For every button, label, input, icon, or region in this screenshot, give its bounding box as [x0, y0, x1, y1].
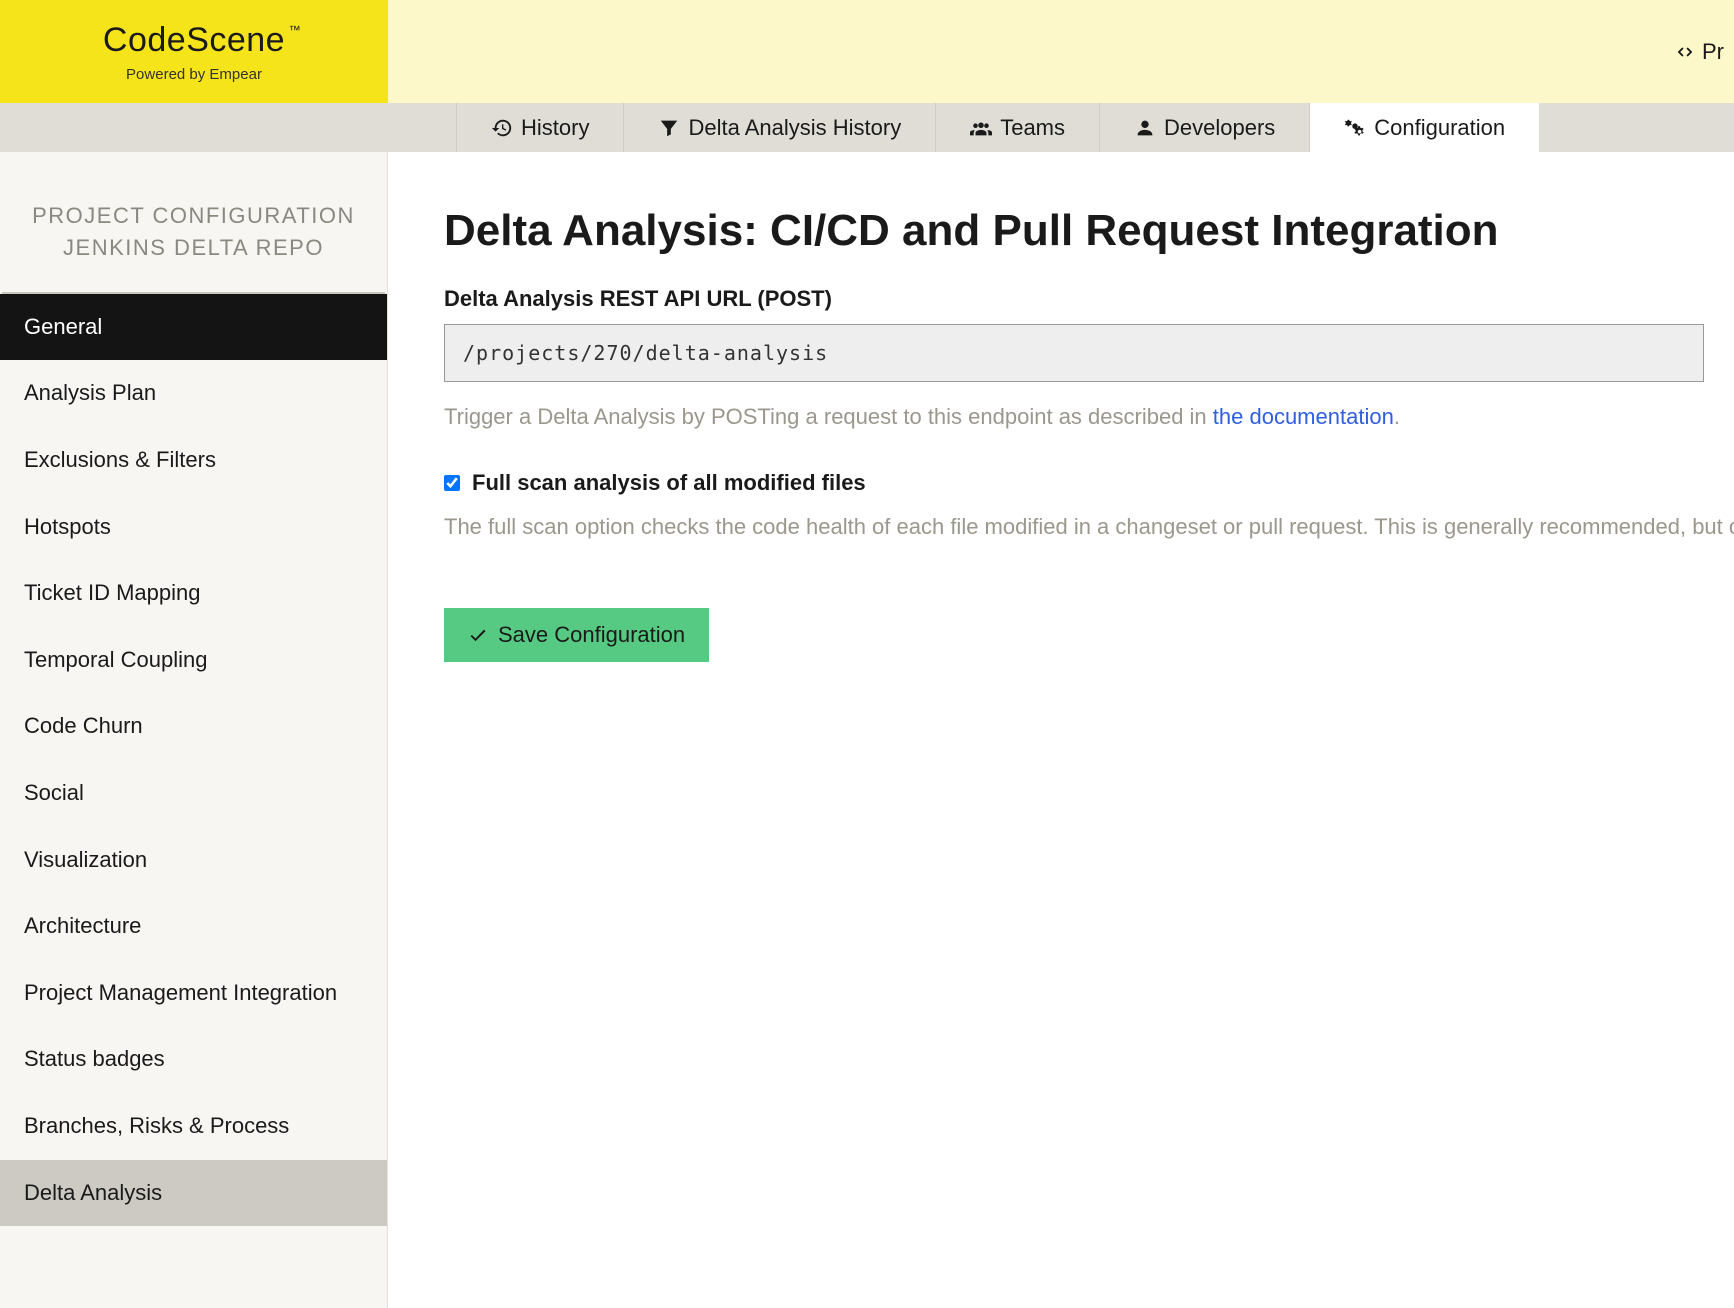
- history-icon: [491, 117, 513, 139]
- topbar-right-item[interactable]: Pr: [1674, 39, 1724, 65]
- page-title: Delta Analysis: CI/CD and Pull Request I…: [444, 206, 1734, 256]
- main: PROJECT CONFIGURATION JENKINS DELTA REPO…: [0, 152, 1734, 1308]
- help-suffix: .: [1394, 404, 1400, 429]
- topbar-right: Pr: [388, 0, 1734, 103]
- full-scan-help-text: The full scan option checks the code hea…: [444, 514, 1734, 540]
- help-prefix: Trigger a Delta Analysis by POSTing a re…: [444, 404, 1213, 429]
- tab-label: History: [521, 115, 589, 141]
- tab-configuration[interactable]: Configuration: [1309, 103, 1539, 152]
- tab-label: Delta Analysis History: [688, 115, 901, 141]
- sidebar-item-general[interactable]: General: [0, 294, 387, 361]
- sidebar-item-ticket-id-mapping[interactable]: Ticket ID Mapping: [0, 560, 387, 627]
- sidebar-item-exclusions-filters[interactable]: Exclusions & Filters: [0, 427, 387, 494]
- tabbar-spacer: [0, 103, 388, 152]
- sidebar-item-analysis-plan[interactable]: Analysis Plan: [0, 360, 387, 427]
- full-scan-checkbox-row: Full scan analysis of all modified files: [444, 470, 1734, 496]
- user-icon: [1134, 117, 1156, 139]
- topbar-right-label: Pr: [1702, 39, 1724, 65]
- topbar: CodeScene™ Powered by Empear Pr: [0, 0, 1734, 103]
- sidebar-item-social[interactable]: Social: [0, 760, 387, 827]
- sidebar-item-status-badges[interactable]: Status badges: [0, 1026, 387, 1093]
- sidebar-item-project-management-integration[interactable]: Project Management Integration: [0, 960, 387, 1027]
- sidebar-item-branches-risks-process[interactable]: Branches, Risks & Process: [0, 1093, 387, 1160]
- sidebar-item-temporal-coupling[interactable]: Temporal Coupling: [0, 627, 387, 694]
- code-icon: [1674, 41, 1696, 63]
- sidebar-item-code-churn[interactable]: Code Churn: [0, 693, 387, 760]
- sidebar-header-line2: JENKINS DELTA REPO: [22, 232, 365, 264]
- tab-label: Configuration: [1374, 115, 1505, 141]
- trademark-symbol: ™: [289, 23, 302, 37]
- tabbar-row: History Delta Analysis History Teams Dev…: [0, 103, 1734, 152]
- teams-icon: [970, 117, 992, 139]
- side-nav: General Analysis Plan Exclusions & Filte…: [0, 294, 387, 1226]
- sidebar-header: PROJECT CONFIGURATION JENKINS DELTA REPO: [2, 152, 385, 294]
- logo-text: CodeScene™: [103, 21, 285, 60]
- api-help-text: Trigger a Delta Analysis by POSTing a re…: [444, 404, 1734, 430]
- tabbar: History Delta Analysis History Teams Dev…: [456, 103, 1734, 152]
- sidebar-item-architecture[interactable]: Architecture: [0, 893, 387, 960]
- full-scan-label: Full scan analysis of all modified files: [472, 470, 866, 496]
- logo-subtitle: Powered by Empear: [126, 66, 262, 83]
- sidebar-item-hotspots[interactable]: Hotspots: [0, 494, 387, 561]
- tab-developers[interactable]: Developers: [1099, 103, 1309, 152]
- documentation-link[interactable]: the documentation: [1213, 404, 1394, 429]
- sidebar-item-visualization[interactable]: Visualization: [0, 827, 387, 894]
- sidebar: PROJECT CONFIGURATION JENKINS DELTA REPO…: [0, 152, 388, 1308]
- sidebar-header-line1: PROJECT CONFIGURATION: [22, 200, 365, 232]
- tab-teams[interactable]: Teams: [935, 103, 1099, 152]
- filter-icon: [658, 117, 680, 139]
- full-scan-checkbox[interactable]: [444, 475, 460, 491]
- logo-block[interactable]: CodeScene™ Powered by Empear: [0, 0, 388, 103]
- check-icon: [468, 625, 488, 645]
- tab-label: Developers: [1164, 115, 1275, 141]
- sidebar-item-delta-analysis[interactable]: Delta Analysis: [0, 1160, 387, 1227]
- content: Delta Analysis: CI/CD and Pull Request I…: [388, 152, 1734, 1308]
- api-url-label: Delta Analysis REST API URL (POST): [444, 286, 1734, 312]
- tab-history[interactable]: History: [456, 103, 623, 152]
- save-configuration-button[interactable]: Save Configuration: [444, 608, 709, 662]
- save-button-label: Save Configuration: [498, 622, 685, 648]
- gears-icon: [1344, 117, 1366, 139]
- tab-delta-analysis-history[interactable]: Delta Analysis History: [623, 103, 935, 152]
- api-url-box[interactable]: /projects/270/delta-analysis: [444, 324, 1704, 382]
- tab-label: Teams: [1000, 115, 1065, 141]
